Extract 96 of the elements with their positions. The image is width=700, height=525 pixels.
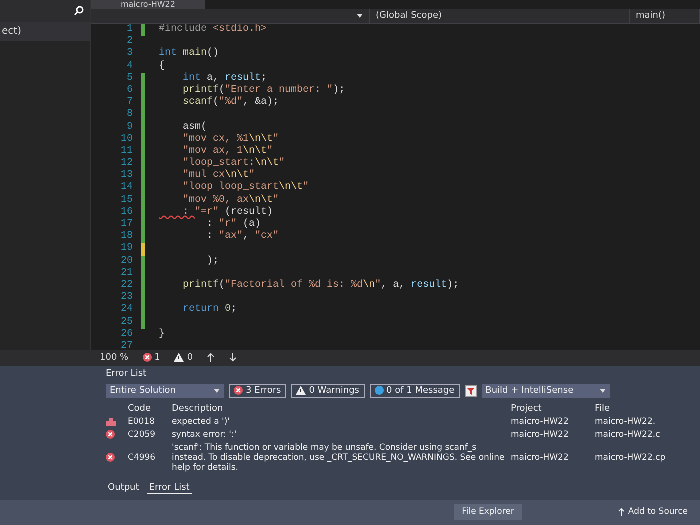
filter-icon[interactable] — [464, 384, 477, 397]
line-number: 18 — [120, 231, 134, 243]
code-line: "loop_start:\n\t" — [182, 158, 286, 170]
line-number: 10 — [120, 134, 134, 146]
line-number: 5 — [126, 72, 134, 85]
warnings-filter-button[interactable]: 0 Warnings — [291, 384, 364, 398]
warning-icon — [174, 353, 184, 362]
column-header[interactable]: File — [595, 404, 694, 414]
errors-filter-button[interactable]: 3 Errors — [229, 384, 286, 398]
code-line: } — [159, 328, 166, 341]
document-tab[interactable]: maicro-HW22 — [91, 0, 206, 9]
code-line: "mul cx\n\t" — [182, 170, 256, 182]
scope-dropdown[interactable]: Entire Solution — [106, 384, 224, 398]
error-description: 'scanf': This function or variable may be unsafe. Consider using scanf_s instead. To disable deprecation, use _CRT_SECURE_NO_WARNINGS. See online help for details. — [172, 442, 506, 473]
tree-item[interactable]: ect) — [0, 22, 90, 41]
error-code: C2059 — [128, 430, 157, 440]
tooltip: File Explorer — [454, 504, 522, 520]
line-number: 23 — [120, 292, 134, 304]
file-cell-text: maicro-HW22. — [595, 416, 657, 427]
code-line: "mov cx, %1\n\t" — [182, 134, 280, 146]
line-number: 11 — [120, 146, 134, 158]
line-number: 12 — [120, 158, 134, 170]
code-line: "loop loop_start\n\t" — [182, 182, 310, 194]
error-description: syntax error: ':' — [172, 430, 238, 440]
line-number: 19 — [120, 243, 134, 256]
line-number: 2 — [126, 36, 134, 48]
line-number: 26 — [120, 328, 134, 341]
down-arrow-icon[interactable] — [229, 353, 238, 362]
code-line: printf("Factorial of %d is: %d\n", a, result); — [182, 280, 460, 292]
error-icon — [106, 430, 115, 440]
up-arrow-icon — [618, 508, 626, 516]
code-line: int main() — [159, 48, 220, 60]
code-line: "mov ax, 1\n\t" — [182, 146, 274, 158]
line-number: 24 — [120, 304, 134, 316]
line-number: 22 — [120, 280, 134, 292]
error-code: C4996 — [128, 452, 157, 463]
panel-title: Error List — [105, 368, 148, 381]
warning-count: 0 — [187, 352, 194, 363]
error-code: E0018 — [128, 416, 156, 427]
line-number: 7 — [126, 97, 134, 109]
info-icon — [374, 386, 384, 396]
panel-tab[interactable]: Output — [106, 482, 142, 494]
project-cell-text: maicro-HW22 — [511, 452, 570, 463]
line-number: 27 — [120, 340, 134, 350]
line-number: 15 — [120, 194, 134, 207]
code-line: : "=r" (result) — [182, 206, 274, 218]
line-number: 4 — [126, 60, 134, 73]
error-description: expected a ')' — [172, 416, 231, 427]
zoom-level[interactable]: 100 % — [100, 352, 129, 363]
error-icon — [142, 353, 152, 362]
line-number: 20 — [120, 256, 134, 268]
line-number: 3 — [126, 48, 134, 61]
code-line: int a, result; — [182, 72, 268, 84]
line-number: 8 — [126, 109, 134, 122]
error-icon — [106, 453, 115, 462]
line-number: 21 — [120, 268, 134, 280]
code-line: : "r" (a) — [206, 219, 262, 230]
column-header[interactable]: Description — [172, 404, 507, 414]
line-number: 6 — [126, 84, 134, 97]
line-number: 1 — [126, 24, 134, 36]
project-cell-text: maicro-HW22 — [511, 430, 570, 440]
code-line: { — [159, 60, 166, 73]
code-line: "mov %0, ax\n\t" — [182, 194, 280, 206]
member-dropdown[interactable]: main() — [636, 11, 666, 21]
line-number: 13 — [120, 170, 134, 182]
file-cell-text: maicro-HW22.c — [595, 430, 662, 440]
caret-icon — [214, 388, 220, 393]
line-number: 9 — [126, 122, 134, 134]
line-number: 25 — [120, 316, 134, 329]
caret-icon — [357, 14, 363, 18]
column-header[interactable]: Code — [128, 404, 168, 414]
caret-icon — [600, 388, 606, 393]
code-line: ); — [206, 256, 220, 268]
warning-icon — [296, 386, 306, 396]
line-number: 16 — [120, 206, 134, 219]
up-arrow-icon[interactable] — [207, 353, 216, 362]
panel-tab[interactable]: Error List — [147, 482, 192, 494]
code-line: asm( — [182, 122, 208, 134]
column-header[interactable]: Project — [511, 404, 591, 414]
code-line: scanf("%d", &a); — [182, 97, 280, 110]
project-cell-text: maicro-HW22 — [511, 416, 570, 427]
code-line: #include <stdio.h> — [159, 24, 268, 36]
code-line: printf("Enter a number: "); — [182, 84, 346, 96]
code-line: return 0; — [182, 304, 238, 316]
code-line: : "ax", "cx" — [206, 231, 280, 244]
scope-dropdown[interactable]: (Global Scope) — [376, 11, 442, 21]
error-count: 1 — [154, 352, 160, 363]
error-icon — [234, 386, 243, 396]
line-number: 14 — [120, 182, 134, 195]
add-to-source-button[interactable]: Add to Source — [612, 506, 694, 518]
line-number: 17 — [120, 219, 134, 231]
source-dropdown[interactable]: Build + IntelliSense — [482, 384, 610, 398]
search-icon[interactable] — [74, 6, 84, 16]
intellisense-icon — [106, 418, 116, 426]
file-cell-text: maicro-HW22.cp — [595, 452, 667, 463]
messages-filter-button[interactable]: 0 of 1 Message — [370, 384, 460, 398]
